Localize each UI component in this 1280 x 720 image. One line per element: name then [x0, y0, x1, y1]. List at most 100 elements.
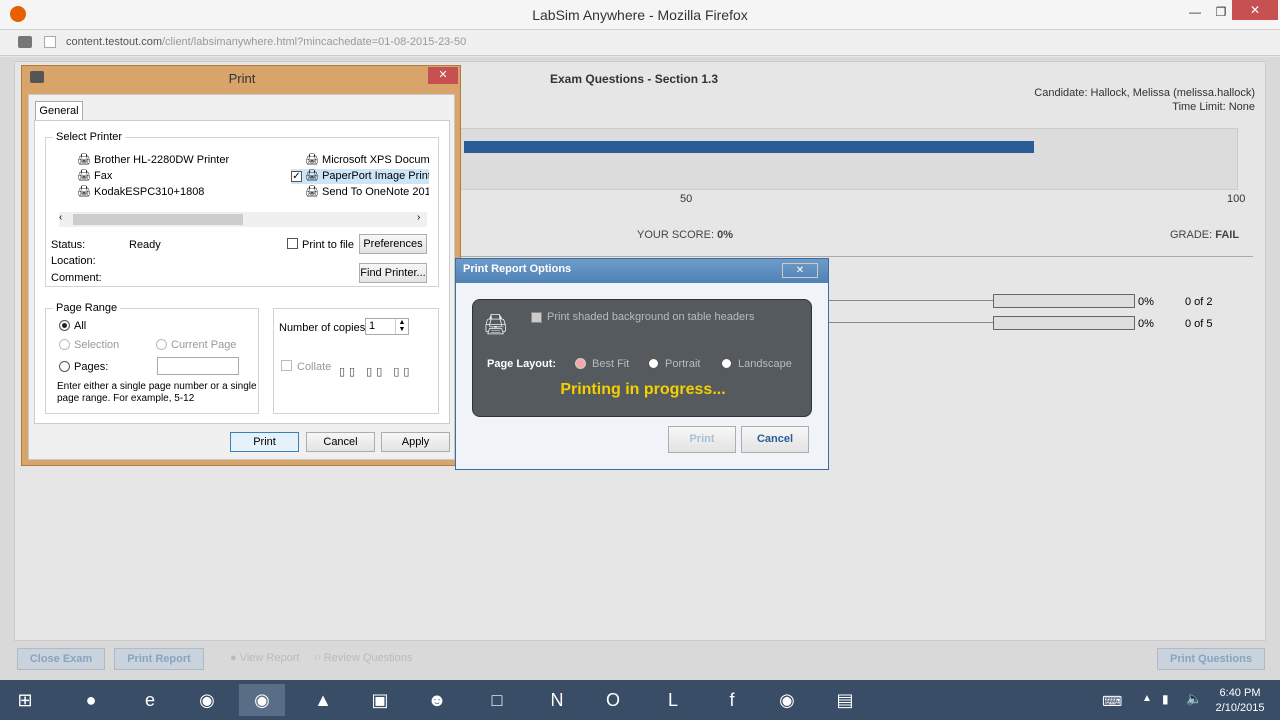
row-progress-bar — [993, 316, 1135, 330]
clock-date[interactable]: 2/10/2015 — [1210, 702, 1270, 714]
printer-item[interactable]: 🖨 KodakESPC310+1808 — [77, 185, 204, 198]
printer-list-scrollbar[interactable]: ‹ › — [59, 212, 427, 227]
landscape-radio[interactable] — [721, 358, 732, 369]
close-button[interactable]: ✕ — [1232, 0, 1278, 20]
collate-checkbox[interactable] — [281, 360, 292, 371]
row-line — [825, 322, 993, 323]
close-icon[interactable]: ✕ — [782, 263, 818, 278]
window-titlebar: LabSim Anywhere - Mozilla Firefox — ❐ ✕ — [0, 0, 1280, 30]
internet-explorer-icon[interactable]: e — [127, 684, 173, 716]
lync-icon[interactable]: L — [650, 684, 696, 716]
report-cancel-button[interactable]: Cancel — [741, 426, 809, 453]
volume-icon[interactable]: 🔈 — [1186, 691, 1202, 707]
close-icon[interactable]: ✕ — [428, 67, 458, 84]
shaded-background-label: Print shaded background on table headers — [547, 311, 755, 323]
pages-radio[interactable] — [59, 361, 70, 372]
chrome-icon[interactable]: ◉ — [184, 684, 230, 716]
row-count: 0 of 2 — [1185, 296, 1213, 308]
candidate-name: Candidate: Hallock, Melissa (melissa.hal… — [1034, 87, 1255, 99]
page-range-hint: Enter either a single page number or a s… — [57, 381, 257, 404]
printer-icon: 🖨 — [483, 314, 509, 336]
command-prompt-icon[interactable]: ▣ — [357, 684, 403, 716]
current-page-label: Current Page — [171, 339, 237, 351]
all-label: All — [74, 320, 87, 332]
shaded-background-checkbox[interactable] — [531, 312, 542, 323]
print-report-options-dialog: Print Report Options ✕ 🖨 Print shaded ba… — [455, 258, 829, 470]
printer-item[interactable]: 🖨 Microsoft XPS Docum — [305, 153, 429, 166]
all-radio[interactable] — [59, 320, 70, 331]
printing-progress-text: Printing in progress... — [560, 381, 726, 398]
file-icon[interactable]: □ — [474, 684, 520, 716]
onenote-icon[interactable]: N — [534, 684, 580, 716]
best-fit-radio[interactable] — [575, 358, 586, 369]
clock-time[interactable]: 6:40 PM — [1210, 687, 1270, 699]
camera-icon[interactable]: ◉ — [764, 684, 810, 716]
print-questions-button[interactable]: Print Questions — [1157, 648, 1265, 670]
grade: GRADE: FAIL — [1170, 229, 1240, 241]
copies-label: Number of copies: — [279, 322, 369, 334]
row-progress-bar — [993, 294, 1135, 308]
row-line — [825, 300, 993, 301]
select-printer-label: Select Printer — [53, 131, 126, 143]
exam-heading: Exam Questions - Section 1.3 — [550, 72, 719, 86]
print-button[interactable]: Print — [230, 432, 299, 452]
file-explorer-icon[interactable]: ▤ — [822, 684, 868, 716]
scroll-thumb[interactable] — [73, 214, 243, 225]
portrait-label: Portrait — [665, 358, 701, 370]
printer-item[interactable]: 🖨 Send To OneNote 201 — [305, 185, 429, 198]
page-layout-label: Page Layout: — [487, 358, 557, 370]
find-printer-button[interactable]: Find Printer... — [359, 263, 427, 283]
window-title: LabSim Anywhere - Mozilla Firefox — [532, 7, 748, 23]
current-page-radio[interactable] — [156, 339, 167, 350]
selection-label: Selection — [74, 339, 120, 351]
outlook-icon[interactable]: O — [590, 684, 636, 716]
scroll-left-icon[interactable]: ‹ — [59, 212, 62, 223]
taskbar-app-icon[interactable]: ● — [68, 684, 114, 716]
review-questions-option[interactable]: ○ Review Questions — [314, 652, 412, 664]
print-report-button[interactable]: Print Report — [114, 648, 204, 670]
url-text: content.testout.com/client/labsimanywher… — [66, 36, 467, 48]
scale-100: 100 — [1227, 193, 1246, 205]
cancel-button[interactable]: Cancel — [306, 432, 375, 452]
site-identity-icon[interactable] — [44, 36, 56, 48]
scroll-right-icon[interactable]: › — [417, 212, 420, 223]
pages-input[interactable] — [157, 357, 239, 375]
printer-item[interactable]: 🖨 Fax — [77, 169, 112, 182]
time-limit: Time Limit: None — [1172, 101, 1255, 113]
portrait-radio[interactable] — [648, 358, 659, 369]
apply-button[interactable]: Apply — [381, 432, 450, 452]
firefox-icon[interactable]: ◉ — [239, 684, 285, 716]
network-icon[interactable]: ▮ — [1162, 692, 1169, 706]
scale-50: 50 — [680, 193, 693, 205]
taskbar-app-icon[interactable]: ☻ — [414, 684, 460, 716]
keyboard-icon[interactable]: ⌨ — [1102, 693, 1122, 710]
status-value: Ready — [129, 239, 161, 251]
page-icon — [18, 36, 32, 48]
print-to-file-checkbox[interactable] — [287, 238, 298, 249]
facebook-icon[interactable]: f — [709, 684, 755, 716]
report-print-button[interactable]: Print — [668, 426, 736, 453]
printer-item[interactable]: 🖨 Brother HL-2280DW Printer — [77, 153, 229, 166]
selection-radio[interactable] — [59, 339, 70, 350]
collate-label: Collate — [297, 361, 332, 373]
row-pct: 0% — [1138, 318, 1154, 330]
best-fit-label: Best Fit — [592, 358, 630, 370]
score-bar — [464, 141, 1034, 153]
view-report-option[interactable]: ● View Report — [230, 652, 299, 664]
start-button[interactable]: ⊞ — [2, 684, 48, 716]
print-dialog-body: General Select Printer 🖨 Brother HL-2280… — [28, 94, 455, 460]
pages-label: Pages: — [74, 361, 109, 373]
preferences-button[interactable]: Preferences — [359, 234, 427, 254]
address-bar[interactable]: content.testout.com/client/labsimanywher… — [0, 30, 1280, 56]
taskbar: ⊞ ● e ◉ ◉ ▲ ▣ ☻ □ N O L f ◉ ▤ ⌨ ▲ ▮ 🔈 6:… — [0, 680, 1280, 720]
your-score: YOUR SCORE: 0% — [637, 229, 733, 241]
row-count: 0 of 5 — [1185, 318, 1213, 330]
show-hidden-icons-icon[interactable]: ▲ — [1142, 693, 1152, 704]
close-exam-button[interactable]: Close Exam — [17, 648, 105, 670]
copies-spinner[interactable]: ▲ ▼ — [395, 319, 408, 334]
tab-general[interactable]: General — [35, 101, 83, 121]
status-label: Status: — [51, 239, 86, 251]
printer-item-selected[interactable]: ✓ 🖨 PaperPort Image Print — [291, 169, 429, 184]
page-range-label: Page Range — [53, 302, 121, 314]
taskbar-app-icon[interactable]: ▲ — [300, 684, 346, 716]
